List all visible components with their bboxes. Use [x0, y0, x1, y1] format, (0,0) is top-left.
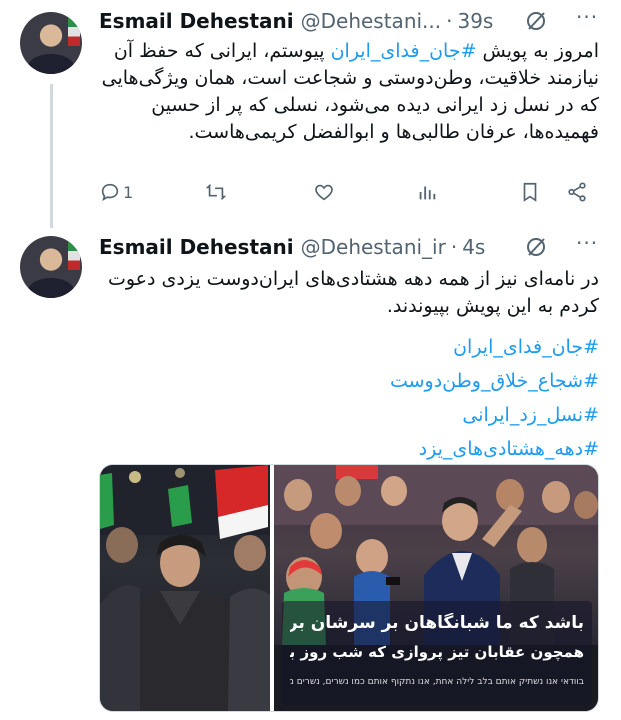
image-caption-line: همچون عقابان تیز پروازی که شب‌ روز براشا…	[290, 643, 584, 661]
retweet-icon	[205, 184, 227, 200]
author-handle[interactable]: @Dehestani_ir	[301, 232, 446, 262]
tweet-1[interactable]: Esmail Dehestani @Dehestani... · 39s ···…	[0, 0, 621, 228]
bookmark-icon	[523, 182, 537, 202]
share-button[interactable]	[566, 178, 588, 206]
retweet-button[interactable]	[205, 178, 227, 206]
avatar[interactable]	[20, 236, 82, 298]
more-icon[interactable]: ···	[576, 5, 598, 29]
reply-icon	[101, 183, 119, 202]
tweet-media[interactable]: باشد که ما شبانگاهان بر سرشان بریزیم، هم…	[99, 464, 599, 712]
photo-right[interactable]: باشد که ما شبانگاهان بر سرشان بریزیم، هم…	[274, 465, 598, 711]
views-button[interactable]	[416, 178, 438, 206]
separator-dot: ·	[446, 9, 453, 33]
photo-left-scene	[100, 465, 270, 711]
tweet-text: امروز به پویش #جان_فدای_ایران پیوستم، ای…	[99, 38, 599, 146]
grok-icon[interactable]	[524, 235, 548, 259]
tweet-text: در نامه‌ای نیز از همه دهه هشتادی‌های ایر…	[107, 268, 599, 317]
hashtag-list: #جان_فدای_ایران #شجاع_خلاق_وطن‌دوست #نسل…	[99, 330, 599, 466]
separator-dot: ·	[450, 235, 458, 259]
hashtag-link[interactable]: #شجاع_خلاق_وطن‌دوست	[99, 364, 599, 398]
reply-count: 1	[123, 182, 134, 202]
avatar-figure	[28, 278, 74, 298]
more-icon[interactable]: ···	[576, 231, 598, 255]
timestamp[interactable]: 39s	[457, 6, 493, 36]
tweet-text-part: امروز به پویش	[476, 40, 599, 62]
photo-left[interactable]	[100, 465, 270, 711]
reply-button[interactable]: 1	[99, 178, 133, 206]
views-icon	[419, 186, 436, 200]
hashtag-link[interactable]: #دهه_هشتادی‌های_یزد	[99, 432, 599, 466]
timestamp[interactable]: 4s	[462, 232, 485, 262]
hashtag-link[interactable]: #جان_فدای_ایران	[99, 330, 599, 364]
flag-icon	[68, 18, 80, 46]
author-name[interactable]: Esmail Dehestani	[99, 6, 294, 36]
share-icon	[568, 182, 586, 202]
hashtag-link[interactable]: #جان_فدای_ایران	[331, 40, 477, 62]
hashtag-link[interactable]: #نسل_زد_ایرانی	[99, 398, 599, 432]
like-button[interactable]	[313, 178, 335, 206]
avatar-figure	[28, 54, 74, 74]
thread-connector	[50, 84, 53, 228]
author-handle[interactable]: @Dehestani...	[301, 6, 442, 36]
grok-icon[interactable]	[524, 9, 548, 33]
flag-icon	[68, 242, 80, 270]
bookmark-button[interactable]	[519, 178, 541, 206]
tweet-header: Esmail Dehestani @Dehestani_ir · 4s	[99, 232, 485, 262]
avatar[interactable]	[20, 12, 82, 74]
image-caption-line: בוודאי אנו נשתיק אותם בלב לילה אחת, אנו …	[290, 677, 584, 687]
author-name[interactable]: Esmail Dehestani	[99, 232, 294, 262]
tweet-header: Esmail Dehestani @Dehestani... · 39s	[99, 6, 493, 36]
image-caption-box: باشد که ما شبانگاهان بر سرشان بریزیم، هم…	[282, 601, 592, 705]
action-bar: 1	[99, 178, 599, 206]
image-caption-line: باشد که ما شبانگاهان بر سرشان بریزیم،	[290, 613, 584, 633]
like-icon	[315, 184, 333, 201]
